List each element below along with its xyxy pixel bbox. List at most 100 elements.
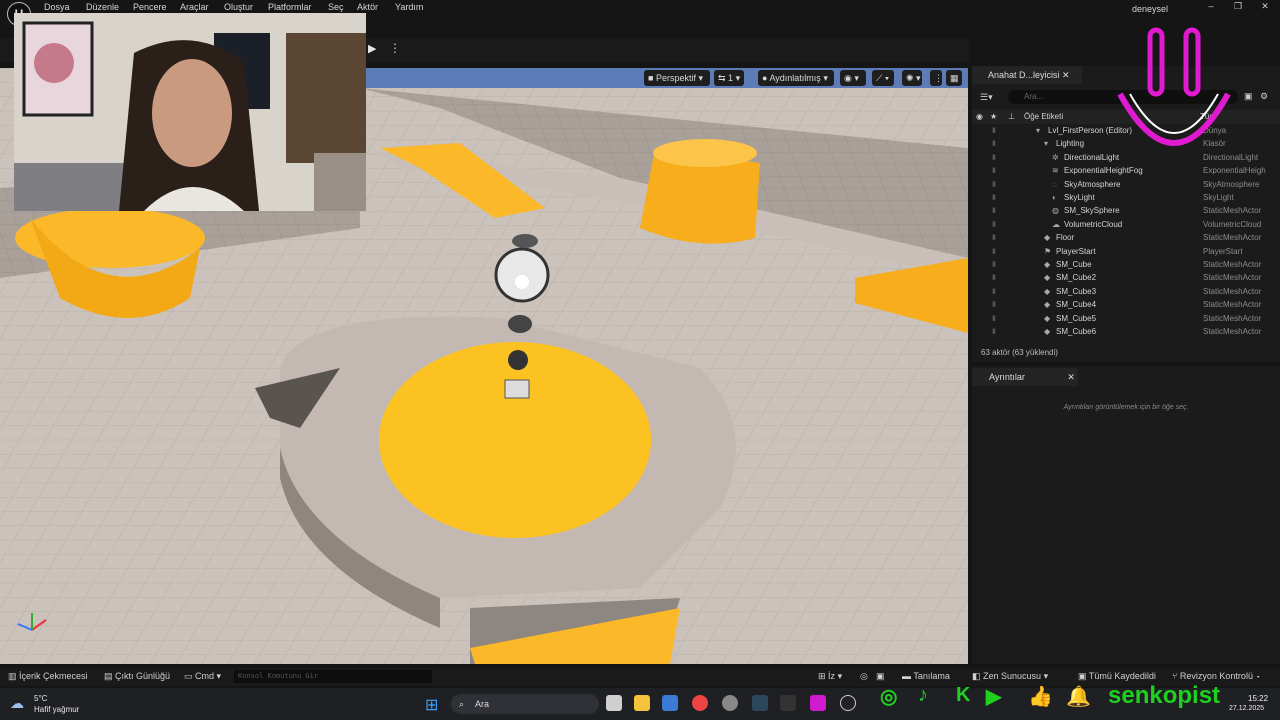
snap-icon[interactable]: ⟋ ▾ (872, 70, 894, 86)
outliner-row[interactable]: ▮ ◆ SM_Cube2 StaticMeshActor (972, 271, 1272, 284)
camera-record-icon[interactable]: ▣ (876, 671, 885, 682)
settings-icon[interactable]: ✺ ▾ (902, 70, 922, 86)
close-icon[interactable]: ✕ (1256, 1, 1274, 14)
lit-button[interactable]: ● Aydınlatılmış ▾ (758, 70, 834, 86)
visibility-toggle-icon[interactable]: ▮ (992, 137, 996, 150)
trace-button[interactable]: ⊞ İz ▾ (818, 671, 842, 682)
zen-server-button[interactable]: ◧ Zen Sunucusu ▾ (972, 671, 1048, 682)
menu-tools[interactable]: Araçlar (180, 2, 209, 12)
visibility-toggle-icon[interactable]: ▮ (992, 258, 996, 271)
explorer-icon[interactable] (634, 695, 650, 711)
visibility-toggle-icon[interactable]: ▮ (992, 191, 996, 204)
filter-icon[interactable]: ☰▾ (980, 92, 993, 103)
maximize-icon[interactable]: ❐ (1229, 1, 1247, 14)
outliner-row[interactable]: ▮ ◐ SkyLight SkyLight (972, 191, 1272, 204)
content-drawer-button[interactable]: ▥ İçerik Çekmecesi (8, 671, 88, 682)
outliner-row-type: ExponentialHeigh (1203, 166, 1266, 176)
actor-type-icon: ◆ (1044, 300, 1051, 310)
outliner-row[interactable]: ▮ ◆ Floor StaticMeshActor (972, 231, 1272, 244)
screen-percentage-button[interactable]: ⇆ 1 ▾ (714, 70, 744, 86)
details-panel: Ayrıntılar ✕ Ayrıntıları görüntülemek iç… (972, 366, 1280, 664)
layout-icon[interactable]: ▦ (946, 70, 962, 86)
store-icon[interactable] (662, 695, 678, 711)
outliner-row-type: StaticMeshActor (1203, 313, 1262, 323)
outliner-row[interactable]: ▮ ⚑ PlayerStart PlayerStart (972, 245, 1272, 258)
perspective-button[interactable]: ■ Perspektif ▾ (644, 70, 710, 86)
minimize-icon[interactable]: – (1202, 1, 1220, 14)
label-column-header[interactable]: Öğe Etiketi (1024, 110, 1063, 124)
app-icon[interactable] (722, 695, 738, 711)
weather-description: Hafif yağmur (34, 705, 80, 714)
outliner-row-type: PlayerStart (1203, 246, 1243, 256)
outliner-row[interactable]: ▮ ◆ SM_Cube5 StaticMeshActor (972, 312, 1272, 325)
visibility-toggle-icon[interactable]: ▮ (992, 271, 996, 284)
webcam-image (14, 13, 366, 211)
menu-window[interactable]: Pencere (133, 2, 167, 12)
visibility-toggle-icon[interactable]: ▮ (992, 151, 996, 164)
social-overlay: ◎ ♪ K ▶ 👍 🔔 senkopist (878, 682, 1238, 712)
cmd-button[interactable]: ▭ Cmd ▾ (184, 671, 221, 682)
visibility-toggle-icon[interactable]: ▮ (992, 298, 996, 311)
outliner-row[interactable]: ▮ ≋ ExponentialHeightFog ExponentialHeigh (972, 164, 1272, 177)
folder-add-icon[interactable]: ▣ (1244, 91, 1253, 102)
outliner-row-type: SkyAtmosphere (1203, 179, 1260, 189)
visibility-toggle-icon[interactable]: ▮ (992, 231, 996, 244)
actor-type-icon: ◌ (1052, 179, 1057, 189)
streamer-handle: senkopist (1108, 682, 1221, 709)
weather-icon[interactable]: ☁ (10, 695, 24, 712)
tab-close-icon[interactable]: ✕ (1062, 70, 1070, 80)
more-options-icon[interactable]: ⋮ (389, 41, 401, 55)
app2-icon[interactable] (810, 695, 826, 711)
actor-type-icon: ▾ (1036, 126, 1041, 135)
tab-outliner[interactable]: Anahat D...leyicisi ✕ (972, 66, 1082, 84)
menu-build[interactable]: Oluştur (224, 2, 253, 12)
record-icon[interactable]: ◎ (860, 671, 868, 682)
taskview-icon[interactable] (606, 695, 622, 711)
visibility-toggle-icon[interactable]: ▮ (992, 312, 996, 325)
menu-platforms[interactable]: Platformlar (268, 2, 312, 12)
outliner-row-label: SM_Cube6 (1056, 327, 1097, 336)
menu-select[interactable]: Seç (328, 2, 344, 12)
kick-icon: K (956, 684, 971, 706)
outliner-row[interactable]: ▮ ◌ SkyAtmosphere SkyAtmosphere (972, 178, 1272, 191)
outliner-row[interactable]: ▮ ◆ SM_Cube3 StaticMeshActor (972, 285, 1272, 298)
show-icon[interactable]: ◉ ▾ (840, 70, 866, 86)
diagnostics-button[interactable]: ▬ Tanılama (902, 671, 950, 681)
taskbar-search[interactable]: ⌕ Ara (451, 694, 599, 714)
outliner-row[interactable]: ▮ ☁ VolumetricCloud VolumetricCloud (972, 218, 1272, 231)
outliner-row[interactable]: ▮ ◍ SM_SkySphere StaticMeshActor (972, 204, 1272, 217)
console-command-input[interactable]: Konsol Komutunu Gir (234, 670, 432, 683)
steam-icon[interactable] (752, 695, 768, 711)
menu-actor[interactable]: Aktör (357, 2, 378, 12)
outliner-row[interactable]: ▮ ◆ SM_Cube4 StaticMeshActor (972, 298, 1272, 311)
visibility-toggle-icon[interactable]: ▮ (992, 325, 996, 338)
tab-details[interactable]: Ayrıntılar ✕ (972, 368, 1078, 386)
visibility-toggle-icon[interactable]: ▮ (992, 245, 996, 258)
epic-icon[interactable] (780, 695, 796, 711)
visibility-toggle-icon[interactable]: ▮ (992, 285, 996, 298)
menu-file[interactable]: Dosya (44, 2, 70, 12)
outliner-row-label: SkyLight (1064, 193, 1095, 202)
visibility-toggle-icon[interactable]: ▮ (992, 124, 996, 137)
menu-edit[interactable]: Düzenle (86, 2, 119, 12)
tiktok-icon: ♪ (918, 684, 928, 706)
save-all-button[interactable]: ▣ Tümü Kaydedildi (1078, 671, 1156, 682)
outliner-row[interactable]: ▮ ◆ SM_Cube6 StaticMeshActor (972, 325, 1272, 338)
visibility-toggle-icon[interactable]: ▮ (992, 218, 996, 231)
start-icon[interactable]: ⊞ (425, 695, 438, 715)
details-close-icon[interactable]: ✕ (1067, 372, 1075, 382)
outliner-settings-icon[interactable]: ⚙ (1260, 91, 1268, 102)
play-icon[interactable]: ▶ (368, 42, 382, 56)
viewport-more-icon[interactable]: ⋮ (930, 70, 943, 86)
revision-control-button[interactable]: ⑂ Revizyon Kontrolü ▾ (1172, 671, 1261, 681)
visibility-toggle-icon[interactable]: ▮ (992, 178, 996, 191)
outliner-row[interactable]: ▮ ◆ SM_Cube StaticMeshActor (972, 258, 1272, 271)
unreal-taskbar-icon[interactable] (840, 695, 856, 711)
output-log-button[interactable]: ▤ Çıktı Günlüğü (104, 671, 170, 682)
outliner-row-type: VolumetricCloud (1203, 219, 1262, 229)
visibility-toggle-icon[interactable]: ▮ (992, 204, 996, 217)
menu-help[interactable]: Yardım (395, 2, 423, 12)
weather-temperature: 5°C (34, 694, 48, 703)
chrome-icon[interactable] (692, 695, 708, 711)
visibility-toggle-icon[interactable]: ▮ (992, 164, 996, 177)
